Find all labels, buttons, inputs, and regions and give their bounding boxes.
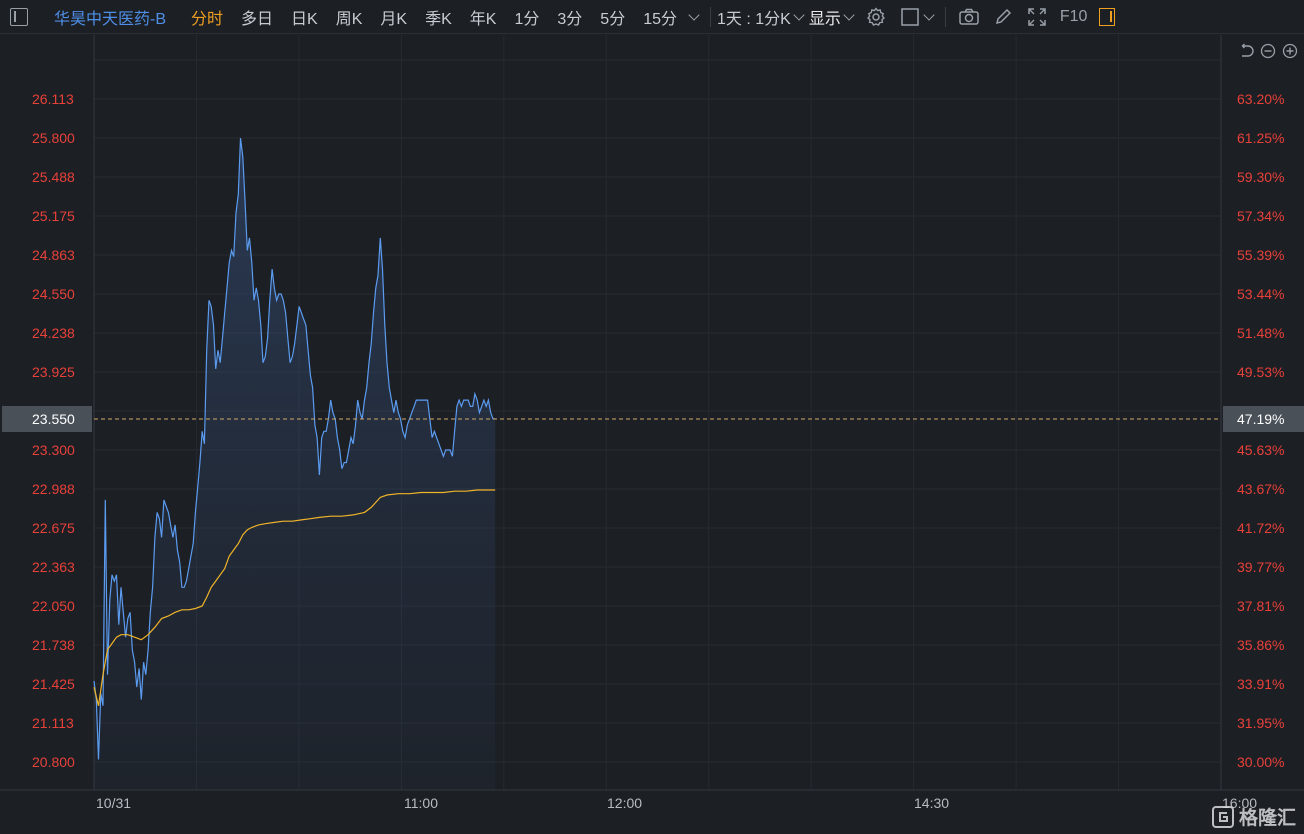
- percent-tick-label: 43.67%: [1237, 481, 1284, 497]
- price-tick-label: 20.800: [32, 754, 75, 770]
- display-menu[interactable]: 显示: [809, 5, 841, 29]
- percent-tick-label: 57.34%: [1237, 208, 1284, 224]
- price-tick-label: 22.988: [32, 481, 75, 497]
- divider: [710, 6, 712, 27]
- price-tick-label: 21.425: [32, 676, 75, 692]
- tab-quarterly-k[interactable]: 季K: [416, 5, 461, 29]
- price-tick-label: 23.925: [32, 364, 75, 380]
- price-tick-label: 24.863: [32, 247, 75, 263]
- f10-button[interactable]: F10: [1060, 8, 1088, 26]
- percent-tick-label: 61.25%: [1237, 130, 1284, 146]
- current-price-layer: 23.550 47.19%: [2, 406, 1304, 432]
- price-tick-label: 25.800: [32, 130, 75, 146]
- price-tick-label: 25.488: [32, 169, 75, 185]
- percent-tick-label: 49.53%: [1237, 364, 1284, 380]
- logo-text: 格隆汇: [1238, 808, 1296, 829]
- tab-monthly-k[interactable]: 月K: [371, 5, 416, 29]
- percent-tick-label: 39.77%: [1237, 559, 1284, 575]
- tab-daily-k[interactable]: 日K: [282, 5, 327, 29]
- fullscreen-icon[interactable]: [1026, 6, 1048, 28]
- price-area: [94, 138, 496, 791]
- range-chevron-down-icon[interactable]: [793, 8, 805, 21]
- percent-tick-label: 53.44%: [1237, 286, 1284, 302]
- percent-tick-label: 31.95%: [1237, 715, 1284, 731]
- series-layer: [93, 138, 496, 791]
- percent-tick-label: 51.48%: [1237, 325, 1284, 341]
- time-tick-label: 12:00: [607, 795, 642, 811]
- period-tabs: 分时 多日 日K 周K 月K 季K 年K 1分 3分 5分 15分: [182, 5, 686, 29]
- percent-tick-label: 37.81%: [1237, 598, 1284, 614]
- price-tick-label: 23.300: [32, 442, 75, 458]
- tab-yearly-k[interactable]: 年K: [461, 5, 506, 29]
- price-tick-label: 21.113: [32, 715, 74, 731]
- tab-weekly-k[interactable]: 周K: [327, 5, 372, 29]
- camera-icon[interactable]: [958, 6, 980, 28]
- tab-15min[interactable]: 15分: [634, 5, 686, 29]
- toolbar: 华昊中天医药-B 分时 多日 日K 周K 月K 季K 年K 1分 3分 5分 1…: [0, 0, 1304, 34]
- side-panel-toggle-icon[interactable]: [1099, 7, 1116, 26]
- price-tick-label: 26.113: [32, 91, 74, 107]
- percent-tick-label: 33.91%: [1237, 676, 1284, 692]
- percent-tick-label: 59.30%: [1237, 169, 1284, 185]
- percent-tick-label: 55.39%: [1237, 247, 1284, 263]
- stock-name[interactable]: 华昊中天医药-B: [54, 5, 166, 29]
- price-tick-label: 22.050: [32, 598, 75, 614]
- range-selector[interactable]: 1天 : 1分K: [717, 5, 791, 29]
- time-tick-label: 10/31: [96, 795, 131, 811]
- more-periods-chevron-down-icon[interactable]: [688, 8, 700, 21]
- overlay-chevron-down-icon[interactable]: [923, 8, 935, 21]
- divider: [944, 6, 946, 27]
- percent-tick-label: 41.72%: [1237, 520, 1284, 536]
- percent-tick-label: 30.00%: [1237, 754, 1284, 770]
- time-tick-label: 11:00: [404, 795, 438, 811]
- tab-1min[interactable]: 1分: [505, 5, 548, 29]
- percent-tick-label: 35.86%: [1237, 637, 1284, 653]
- display-chevron-down-icon[interactable]: [843, 8, 855, 21]
- tab-3min[interactable]: 3分: [548, 5, 591, 29]
- percent-tick-label: 45.63%: [1237, 442, 1284, 458]
- intraday-chart[interactable]: 26.113 25.800 25.488 25.175 24.863 24.550 24.2…: [0, 35, 1304, 834]
- price-tick-label: 25.175: [32, 208, 75, 224]
- logo-icon: [1211, 805, 1234, 828]
- current-percent-label: 47.19%: [1237, 411, 1284, 427]
- tab-multi-day[interactable]: 多日: [232, 5, 282, 29]
- price-tick-label: 22.363: [32, 559, 75, 575]
- overlay-checkbox[interactable]: [899, 6, 921, 28]
- time-tick-label: 14:30: [914, 795, 949, 811]
- price-tick-label: 22.675: [32, 520, 75, 536]
- gelonghui-logo: 格隆汇: [1211, 803, 1296, 830]
- price-tick-label: 24.238: [32, 325, 75, 341]
- settings-gear-icon[interactable]: [865, 6, 887, 28]
- current-price-label: 23.550: [32, 411, 75, 427]
- price-tick-label: 21.738: [32, 637, 75, 653]
- tab-5min[interactable]: 5分: [591, 5, 634, 29]
- percent-tick-label: 63.20%: [1237, 91, 1284, 107]
- tab-intraday[interactable]: 分时: [182, 5, 232, 29]
- price-tick-label: 24.550: [32, 286, 75, 302]
- pencil-icon[interactable]: [992, 6, 1014, 28]
- time-axis: 10/31 11:00 12:00 14:30 16:00: [96, 795, 1257, 811]
- sidebar-toggle-icon[interactable]: [10, 7, 28, 26]
